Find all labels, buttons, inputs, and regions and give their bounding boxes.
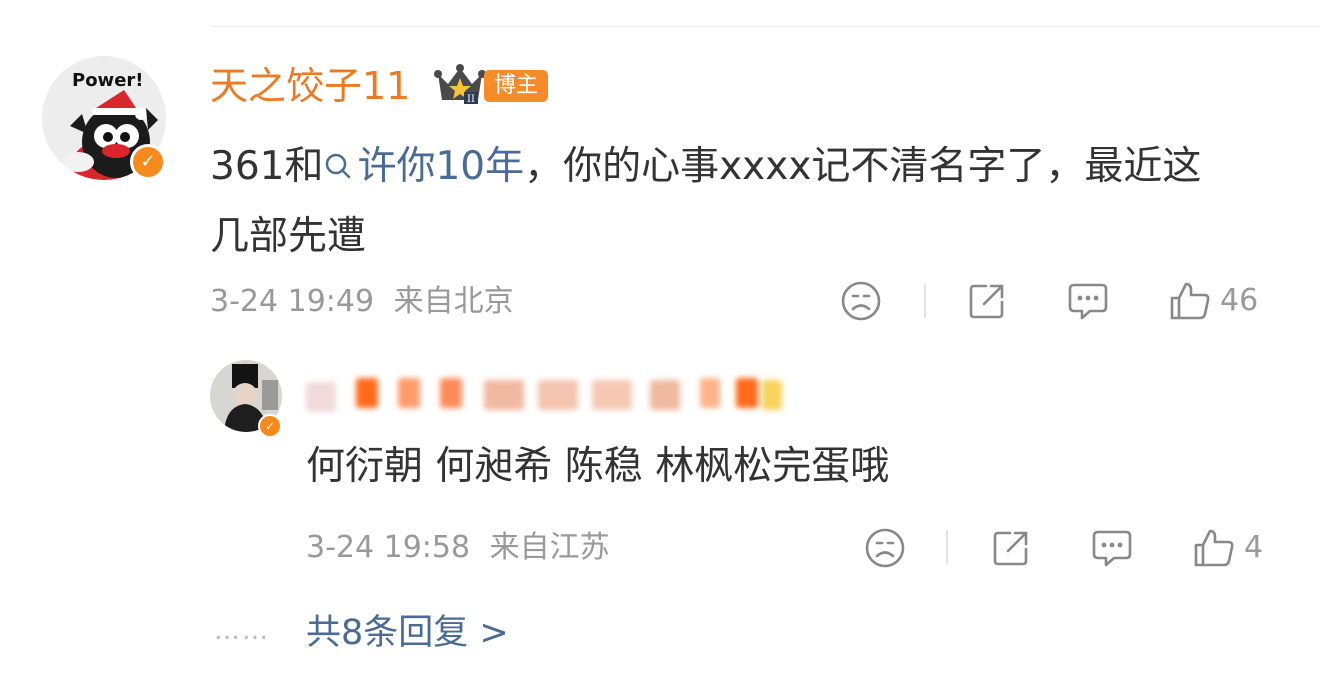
reply-text: 何衍朝 何昶希 陈稳 林枫松完蛋哦 bbox=[306, 444, 890, 489]
reply-dislike-button[interactable] bbox=[864, 527, 906, 569]
reply-action-divider bbox=[946, 530, 948, 564]
dislike-icon bbox=[841, 281, 881, 321]
reply-like-button[interactable]: 4 bbox=[1192, 527, 1263, 569]
dislike-icon bbox=[865, 528, 905, 568]
topic-link[interactable]: 许你10年 bbox=[323, 144, 524, 189]
reply-like-count: 4 bbox=[1244, 530, 1264, 565]
avatar-caption: Power! bbox=[72, 70, 144, 91]
comment-icon bbox=[1068, 283, 1108, 320]
blogger-badge: 博主 bbox=[484, 70, 549, 102]
username[interactable]: 天之饺子11 bbox=[210, 62, 410, 110]
more-dots: …… bbox=[214, 616, 270, 646]
reply-meta: 3-24 19:58 来自江苏 bbox=[306, 528, 610, 568]
comment-date: 3-24 19:49 bbox=[210, 284, 375, 319]
comment-text: 361和 许你10年，你的心事xxxx记不清名字了，最近这几部先遭 bbox=[210, 132, 1210, 272]
avatar[interactable]: Power! ✓ bbox=[42, 56, 166, 180]
reply-location: 来自江苏 bbox=[489, 530, 610, 565]
reply-avatar[interactable]: ✓ bbox=[210, 360, 282, 438]
comment-meta: 3-24 19:49 来自北京 bbox=[210, 282, 514, 322]
share-button[interactable] bbox=[966, 280, 1008, 322]
like-icon bbox=[1170, 282, 1210, 320]
more-replies-link[interactable]: 共8条回复 > bbox=[306, 610, 509, 656]
like-icon bbox=[1194, 529, 1234, 567]
dislike-button[interactable] bbox=[840, 280, 882, 322]
reply-comment-button[interactable] bbox=[1090, 527, 1134, 569]
verified-icon: ✓ bbox=[130, 144, 166, 180]
like-button[interactable]: 46 bbox=[1168, 280, 1258, 322]
reply-username-redacted bbox=[298, 374, 788, 414]
crown-icon: II bbox=[434, 64, 486, 105]
reply-date: 3-24 19:58 bbox=[306, 530, 471, 565]
comment-location: 来自北京 bbox=[393, 284, 514, 319]
share-icon bbox=[993, 531, 1028, 566]
comment-button[interactable] bbox=[1066, 280, 1110, 322]
action-divider bbox=[924, 284, 926, 318]
reply-share-button[interactable] bbox=[990, 527, 1032, 569]
search-icon bbox=[326, 153, 351, 179]
share-icon bbox=[969, 284, 1004, 319]
svg-text:II: II bbox=[467, 94, 475, 105]
like-count: 46 bbox=[1220, 283, 1259, 318]
verified-icon: ✓ bbox=[258, 414, 282, 438]
comment-text-before: 361和 bbox=[210, 144, 324, 189]
comment-icon bbox=[1092, 530, 1132, 567]
top-divider bbox=[212, 26, 1320, 27]
topic-label: 许你10年 bbox=[357, 144, 525, 189]
